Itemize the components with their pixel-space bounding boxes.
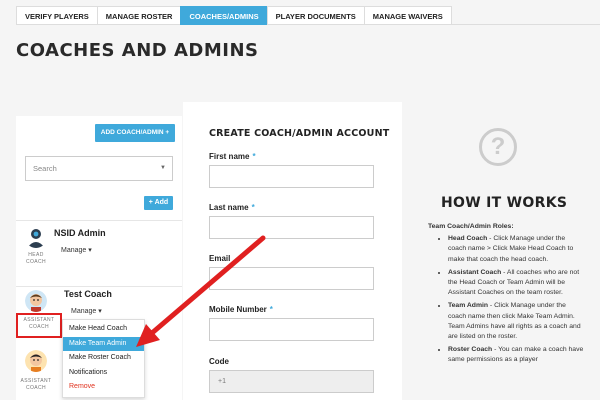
list-item: Head Coach - Click Manage under the coac… (448, 234, 584, 265)
tab-manage-waivers[interactable]: MANAGE WAIVERS (363, 6, 452, 25)
list-item: Team Admin - Click Manage under the coac… (448, 301, 584, 342)
tab-coaches-admins[interactable]: COACHES/ADMINS (180, 6, 267, 25)
menu-item-remove[interactable]: Remove (63, 380, 144, 395)
avatar (25, 350, 47, 372)
tab-manage-roster[interactable]: MANAGE ROSTER (96, 6, 181, 25)
first-name-label: First name * (209, 152, 256, 161)
role-label: HEAD COACH (25, 252, 47, 265)
page-title: COACHES AND ADMINS (16, 40, 259, 61)
coach-cartoon-avatar-icon (25, 290, 47, 312)
menu-item-make-team-admin[interactable]: Make Team Admin (63, 336, 144, 351)
email-label: Email (209, 254, 231, 263)
avatar (25, 290, 47, 312)
email-field[interactable] (209, 267, 374, 290)
search-input[interactable]: Search ▼ (25, 156, 173, 181)
first-name-field[interactable] (209, 165, 374, 188)
role-label: ASSISTANT COACH (20, 378, 52, 391)
code-label: Code (209, 357, 229, 366)
list-item: Roster Coach - You can make a coach have… (448, 345, 584, 365)
country-code-field: +1 (209, 370, 374, 393)
roles-heading: Team Coach/Admin Roles: (428, 223, 514, 230)
how-it-works-title: HOW IT WORKS (441, 195, 568, 211)
coach-cartoon-avatar-icon (25, 350, 47, 372)
search-placeholder: Search (33, 164, 57, 173)
manage-button[interactable]: Manage ▾ (65, 304, 108, 318)
manage-button[interactable]: Manage ▾ (55, 243, 98, 257)
menu-item-make-head-coach[interactable]: Make Head Coach (63, 322, 144, 337)
annotation-highlight-box (16, 313, 62, 338)
coach-name: NSID Admin (54, 228, 106, 238)
tab-player-documents[interactable]: PLAYER DOCUMENTS (266, 6, 364, 25)
manage-dropdown-menu: Make Head Coach Make Team Admin Make Ros… (62, 319, 145, 398)
avatar (25, 226, 47, 248)
how-it-works-text: Team Coach/Admin Roles: Head Coach - Cli… (428, 222, 584, 369)
question-circle-icon: ? (479, 128, 517, 166)
chevron-down-icon: ▼ (160, 165, 166, 171)
list-item: Assistant Coach - All coaches who are no… (448, 268, 584, 299)
head-coach-silhouette-icon (27, 229, 45, 248)
coach-row: HEAD COACH NSID Admin Manage ▾ (16, 220, 182, 286)
tab-verify-players[interactable]: VERIFY PLAYERS (16, 6, 97, 25)
create-account-form: CREATE COACH/ADMIN ACCOUNT First name * L… (183, 102, 402, 400)
form-title: CREATE COACH/ADMIN ACCOUNT (209, 128, 390, 139)
tab-bar: VERIFY PLAYERS MANAGE ROSTER COACHES/ADM… (16, 6, 600, 25)
mobile-number-field[interactable] (209, 318, 374, 341)
add-button[interactable]: + Add (144, 196, 173, 210)
menu-item-make-roster-coach[interactable]: Make Roster Coach (63, 351, 144, 366)
menu-item-notifications[interactable]: Notifications (63, 366, 144, 381)
add-coach-admin-button[interactable]: ADD COACH/ADMIN + (95, 124, 175, 142)
last-name-label: Last name * (209, 203, 255, 212)
coach-name: Test Coach (64, 289, 112, 299)
mobile-number-label: Mobile Number * (209, 305, 273, 314)
last-name-field[interactable] (209, 216, 374, 239)
